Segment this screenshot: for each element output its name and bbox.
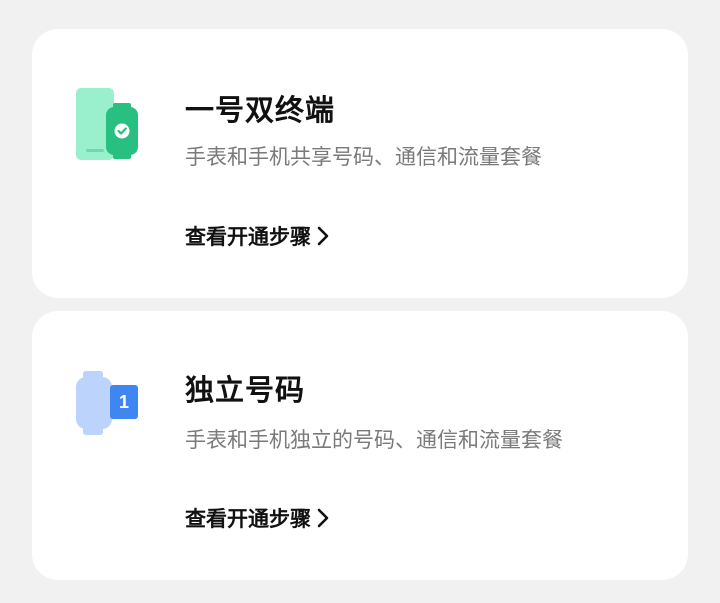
card-title: 一号双终端 [185,93,336,127]
link-label: 查看开通步骤 [185,225,311,249]
independent-number-card[interactable]: 1 独立号码 手表和手机独立的号码、通信和流量套餐 查看开通步骤 [32,311,688,580]
card-subtitle: 手表和手机独立的号码、通信和流量套餐 [185,428,563,452]
watch-number-one-icon: 1 [74,369,144,439]
link-label: 查看开通步骤 [185,507,311,531]
chevron-right-icon [315,507,331,529]
phone-watch-sync-icon [74,85,144,165]
view-activation-steps-link[interactable]: 查看开通步骤 [185,503,331,533]
number-one-badge: 1 [118,391,129,412]
card-title: 独立号码 [185,373,306,407]
card-subtitle: 手表和手机共享号码、通信和流量套餐 [185,145,542,169]
chevron-right-icon [315,225,331,247]
view-activation-steps-link[interactable]: 查看开通步骤 [185,221,331,251]
one-number-dual-terminal-card[interactable]: 一号双终端 手表和手机共享号码、通信和流量套餐 查看开通步骤 [32,29,688,298]
